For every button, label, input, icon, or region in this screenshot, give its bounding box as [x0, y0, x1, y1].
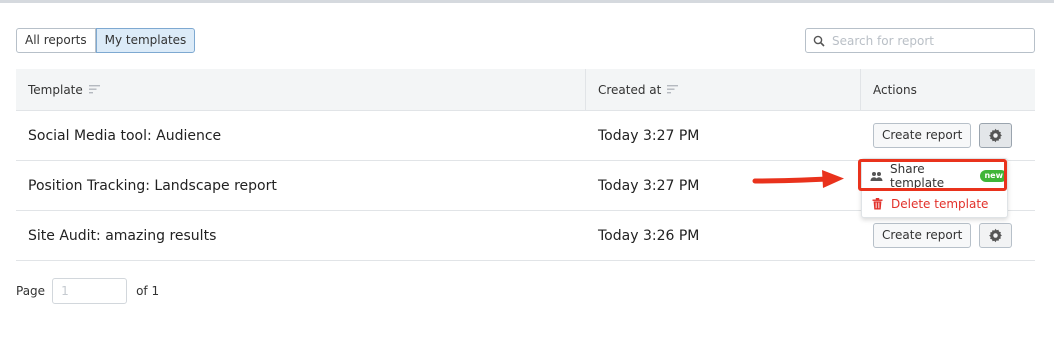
share-template-item[interactable]: Share template new — [862, 162, 1007, 190]
delete-template-label: Delete template — [891, 197, 989, 211]
page-label: Page — [16, 284, 46, 298]
gear-icon — [988, 228, 1003, 243]
template-name: Social Media tool: Audience — [28, 127, 222, 144]
search-box — [805, 28, 1035, 53]
table-row: Social Media tool: Audience Today 3:27 P… — [16, 111, 1035, 161]
gear-icon — [988, 128, 1003, 143]
search-input[interactable] — [832, 30, 1034, 51]
sort-icon[interactable] — [667, 85, 679, 94]
row-actions: Create report — [861, 111, 1035, 161]
page-number-input[interactable] — [52, 278, 128, 304]
share-template-label: Share template — [890, 162, 945, 190]
template-actions-dropdown: Share template new Delete template — [861, 158, 1008, 218]
column-template-header[interactable]: Template — [16, 68, 586, 111]
column-template-label: Template — [28, 82, 83, 97]
column-actions-label: Actions — [873, 82, 917, 97]
new-badge: new — [980, 170, 1007, 182]
tab-all-reports[interactable]: All reports — [16, 28, 96, 53]
column-created-header[interactable]: Created at — [586, 68, 861, 111]
created-at: Today 3:27 PM — [598, 127, 700, 144]
page-count-label: of 1 — [136, 284, 160, 298]
settings-button[interactable] — [979, 123, 1013, 148]
column-actions-header: Actions — [861, 69, 1035, 111]
report-type-toggle: All reports My templates — [16, 28, 196, 53]
created-at: Today 3:26 PM — [598, 227, 700, 244]
arrow-icon — [752, 170, 844, 188]
trash-icon — [870, 197, 884, 211]
top-border — [0, 0, 1054, 3]
create-report-button[interactable]: Create report — [873, 123, 972, 148]
column-created-label: Created at — [598, 82, 662, 97]
settings-button[interactable] — [979, 223, 1013, 248]
tab-my-templates[interactable]: My templates — [95, 28, 196, 53]
table-header: Template Created at Actions — [16, 68, 1035, 111]
create-report-button[interactable]: Create report — [873, 223, 972, 248]
pagination: Page of 1 — [16, 278, 159, 304]
search-icon — [806, 29, 832, 52]
sort-icon[interactable] — [88, 85, 100, 94]
row-actions: Create report — [861, 211, 1035, 261]
template-name: Position Tracking: Landscape report — [28, 177, 277, 194]
table-row: Site Audit: amazing results Today 3:26 P… — [16, 211, 1035, 261]
template-name: Site Audit: amazing results — [28, 227, 217, 244]
users-icon — [870, 169, 883, 183]
delete-template-item[interactable]: Delete template — [862, 190, 1007, 218]
